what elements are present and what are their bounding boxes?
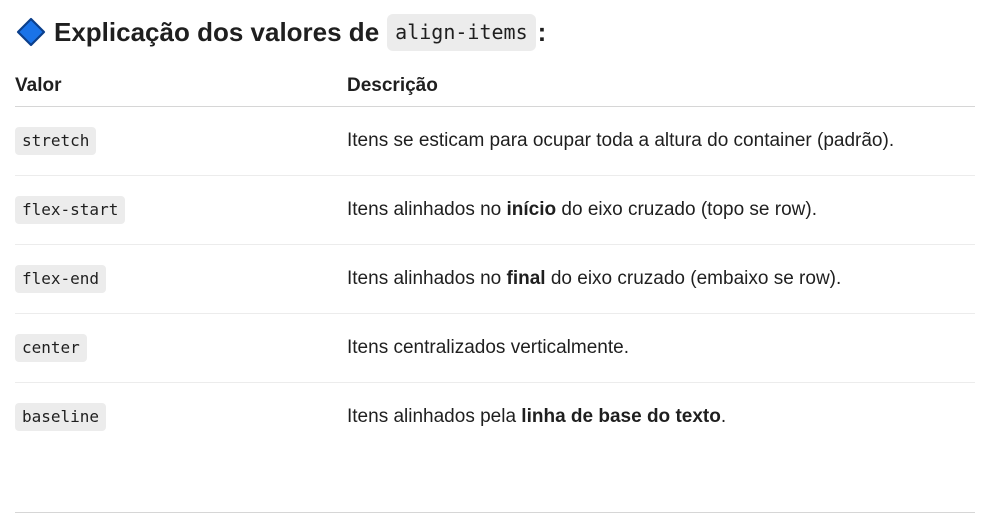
table-row: center Itens centralizados verticalmente… <box>15 313 975 383</box>
description-text: Itens centralizados verticalmente. <box>347 337 629 358</box>
blue-diamond-icon <box>16 17 46 47</box>
heading-code: align-items <box>387 13 536 51</box>
description-text: Itens se esticam para ocupar toda a altu… <box>347 130 895 151</box>
header-description: Descrição <box>347 66 975 107</box>
value-cell: center <box>15 313 347 383</box>
table-row: baseline Itens alinhados pela linha de b… <box>15 383 975 452</box>
table-row: flex-end Itens alinhados no final do eix… <box>15 244 975 314</box>
header-value: Valor <box>15 66 347 107</box>
description-text: Itens alinhados pela <box>347 406 522 427</box>
heading-text: Explicação dos valores de <box>54 16 380 47</box>
value-cell: flex-start <box>15 175 347 245</box>
description-cell: Itens se esticam para ocupar toda a altu… <box>347 106 975 176</box>
value-code: center <box>15 334 87 362</box>
table-header-row: Valor Descrição <box>15 66 975 107</box>
description-cell: Itens alinhados pela linha de base do te… <box>347 383 975 452</box>
value-cell: baseline <box>15 383 347 452</box>
section-heading: Explicação dos valores de align-items : <box>16 12 546 52</box>
description-text-after: do eixo cruzado (embaixo se row). <box>545 268 842 289</box>
value-code: stretch <box>15 127 97 155</box>
description-text: Itens alinhados no <box>347 268 507 289</box>
description-cell: Itens centralizados verticalmente. <box>347 313 975 383</box>
table-row: stretch Itens se esticam para ocupar tod… <box>15 106 975 176</box>
description-cell: Itens alinhados no início do eixo cruzad… <box>347 175 975 245</box>
section-divider <box>15 512 975 513</box>
table-row: flex-start Itens alinhados no início do … <box>15 175 975 245</box>
description-bold: final <box>506 268 546 289</box>
description-cell: Itens alinhados no final do eixo cruzado… <box>347 244 975 314</box>
value-cell: flex-end <box>15 244 347 314</box>
description-text: Itens alinhados no <box>347 199 507 220</box>
description-text-after: . <box>720 406 727 427</box>
value-code: flex-end <box>15 265 107 293</box>
value-code: flex-start <box>15 196 126 224</box>
description-bold: início <box>506 199 557 220</box>
value-cell: stretch <box>15 106 347 176</box>
heading-suffix: : <box>537 16 547 47</box>
description-text-after: do eixo cruzado (topo se row). <box>556 199 817 220</box>
description-bold: linha de base do texto <box>521 406 721 427</box>
value-code: baseline <box>15 403 107 431</box>
values-table: Valor Descrição stretch Itens se esticam… <box>15 66 975 451</box>
